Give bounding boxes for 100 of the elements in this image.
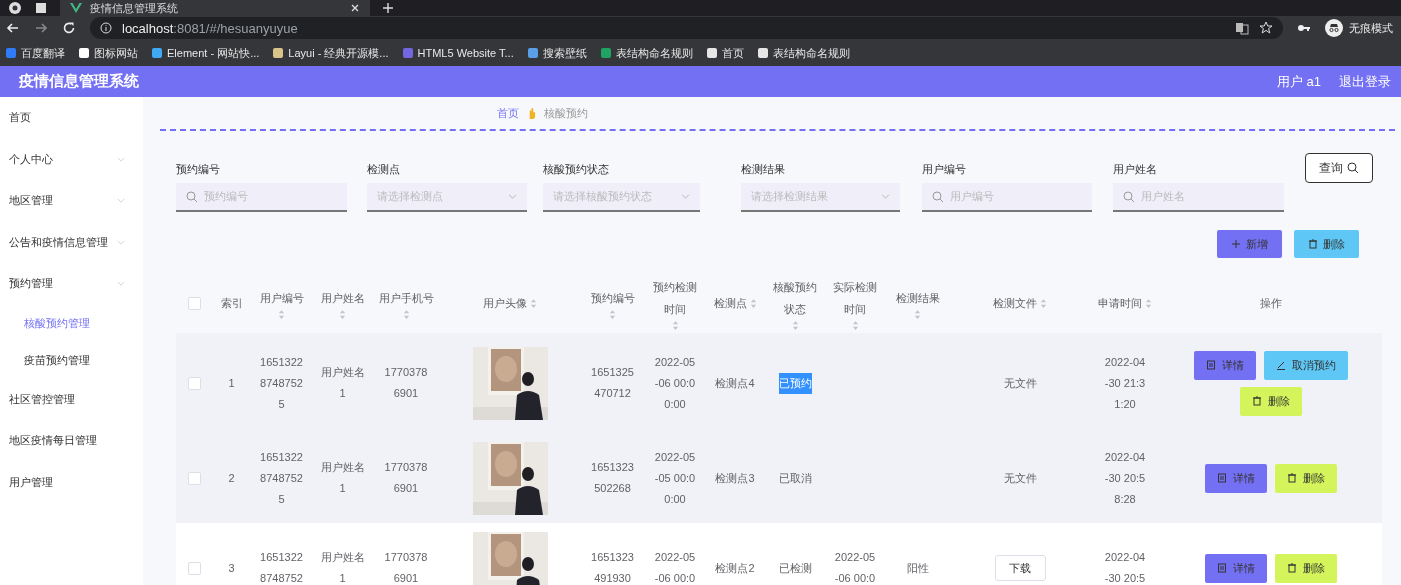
delete-button[interactable]: 删除 xyxy=(1294,230,1359,258)
search-icon xyxy=(186,190,198,203)
hand-icon xyxy=(527,106,536,120)
column-header: 检测结果 xyxy=(895,290,940,306)
browser-tab[interactable]: 疫情信息管理系统 xyxy=(60,0,370,16)
chevron-icon xyxy=(117,239,125,245)
logout-link[interactable]: 退出登录 xyxy=(1339,72,1391,91)
sort-icon[interactable] xyxy=(402,308,410,320)
table-cell-text: 2022-05-06 00:0 xyxy=(834,550,876,585)
table-cell-text: 17703786901 xyxy=(383,365,429,401)
cancel-button[interactable]: 取消预约 xyxy=(1264,350,1348,380)
bookmark[interactable]: 首页 xyxy=(706,45,744,61)
checkbox[interactable] xyxy=(188,376,201,390)
sort-icon[interactable] xyxy=(671,319,679,331)
sort-icon[interactable] xyxy=(278,308,285,320)
column-header: 用户姓名 xyxy=(320,290,365,306)
table-cell-text: 2022-05-06 00:00:00 xyxy=(654,354,696,412)
delete-button[interactable]: 删除 xyxy=(1240,386,1302,416)
browser-logo-icon xyxy=(8,1,22,15)
app-title: 疫情信息管理系统 xyxy=(19,72,139,91)
query-button[interactable]: 查询 xyxy=(1305,153,1373,183)
bookmark[interactable]: Layui - 经典开源模... xyxy=(273,45,389,61)
table-cell-text: 3 xyxy=(228,560,235,576)
download-button[interactable]: 下载 xyxy=(994,555,1046,581)
table-cell-text: 165132287487525 xyxy=(259,354,304,412)
checkbox[interactable] xyxy=(188,561,201,575)
table-cell-text: 2022-04-30 20:58:28 xyxy=(1104,449,1146,507)
table-cell-text: 1 xyxy=(228,375,235,391)
sidebar-item[interactable]: 社区管控管理 xyxy=(0,378,143,420)
column-header: 预约检测时间 xyxy=(652,279,698,317)
column-header: 检测文件 xyxy=(993,296,1037,311)
table-cell-text: 已取消 xyxy=(778,470,812,486)
incognito-icon xyxy=(1325,19,1343,37)
sort-icon[interactable] xyxy=(339,308,346,320)
bookmark[interactable]: 表结构命名规则 xyxy=(757,45,850,61)
sidebar-subitem[interactable]: 疫苗预约管理 xyxy=(0,341,143,379)
table-cell-text: 检测点4 xyxy=(715,375,755,391)
breadcrumb-item[interactable]: 首页 xyxy=(497,105,519,121)
table-cell-text: 阳性 xyxy=(906,560,929,576)
sort-icon[interactable] xyxy=(1145,297,1152,309)
column-header: 核酸预约状态 xyxy=(772,279,818,317)
forward-icon[interactable] xyxy=(34,21,48,35)
translate-icon[interactable] xyxy=(1235,21,1249,35)
column-header: 实际检测时间 xyxy=(832,279,878,317)
sidebar-item[interactable]: 预约管理 xyxy=(0,263,143,305)
sidebar-item[interactable]: 公告和疫情信息管理 xyxy=(0,221,143,263)
table-cell-text: 无文件 xyxy=(1003,470,1037,486)
star-icon[interactable] xyxy=(1259,21,1273,35)
bookmark[interactable]: 表结构命名规则 xyxy=(600,45,693,61)
sort-icon[interactable] xyxy=(851,319,859,331)
sidebar-subitem[interactable]: 核酸预约管理 xyxy=(0,304,143,342)
sort-icon[interactable] xyxy=(609,308,616,320)
search-icon xyxy=(932,190,944,203)
column-header: 检测点 xyxy=(713,296,747,311)
sidebar-item[interactable]: 首页 xyxy=(0,97,143,139)
delete-button[interactable]: 删除 xyxy=(1275,553,1337,583)
filter-label: 检测结果 xyxy=(741,162,786,176)
back-icon[interactable] xyxy=(6,21,20,35)
bookmark[interactable]: 百度翻译 xyxy=(6,45,65,61)
sort-icon[interactable] xyxy=(530,297,537,309)
address-field[interactable]: localhost:8081/#/hesuanyuyue xyxy=(90,17,1283,39)
tab-grid-icon[interactable] xyxy=(34,1,48,15)
new-tab-icon[interactable] xyxy=(382,2,394,14)
sidebar-item[interactable]: 地区管理 xyxy=(0,180,143,222)
sort-icon[interactable] xyxy=(791,319,799,331)
pencil-icon xyxy=(1276,360,1286,370)
table-cell-text: 17703786901 xyxy=(383,460,429,496)
checkbox[interactable] xyxy=(188,471,201,485)
table-cell-text: 2022-05-05 00:00:00 xyxy=(654,449,696,507)
sort-icon[interactable] xyxy=(914,308,921,320)
table-cell-text: 2022-04-30 20:5 xyxy=(1104,550,1146,585)
chevron-icon xyxy=(508,194,517,199)
column-header: 预约编号 xyxy=(590,290,635,306)
column-header: 索引 xyxy=(220,296,243,311)
table-cell-text: 2022-04-30 21:31:20 xyxy=(1104,354,1146,412)
table-cell-text: 用户姓名1 xyxy=(319,550,366,585)
delete-button[interactable]: 删除 xyxy=(1275,463,1337,493)
table-cell-text: 2 xyxy=(228,470,235,486)
filter-label: 用户编号 xyxy=(922,162,967,176)
sidebar-item[interactable]: 地区疫情每日管理 xyxy=(0,420,143,462)
trash-icon xyxy=(1308,239,1318,249)
close-icon[interactable] xyxy=(350,3,360,13)
bookmark[interactable]: Element - 网站快... xyxy=(152,45,260,61)
column-header: 操作 xyxy=(1260,296,1282,311)
chevron-icon xyxy=(881,194,890,199)
checkbox[interactable] xyxy=(188,296,201,310)
table-cell-text: 165132287487525 xyxy=(259,449,304,507)
sort-icon[interactable] xyxy=(749,297,757,309)
bookmark[interactable]: 搜索壁纸 xyxy=(527,45,587,61)
table-cell-text: 2022-05-06 00:0 xyxy=(654,550,696,585)
reload-icon[interactable] xyxy=(62,21,76,35)
document-icon xyxy=(1206,360,1216,370)
bookmark[interactable]: HTML5 Website T... xyxy=(402,47,514,59)
sort-icon[interactable] xyxy=(1040,297,1047,309)
profile-button[interactable]: 无痕模式 xyxy=(1325,19,1393,37)
sidebar-item[interactable]: 用户管理 xyxy=(0,461,143,503)
bookmark[interactable]: 图标网站 xyxy=(79,45,138,61)
search-icon xyxy=(1347,162,1359,174)
table-cell: 已预约 xyxy=(778,372,812,394)
sidebar-item[interactable]: 个人中心 xyxy=(0,138,143,180)
